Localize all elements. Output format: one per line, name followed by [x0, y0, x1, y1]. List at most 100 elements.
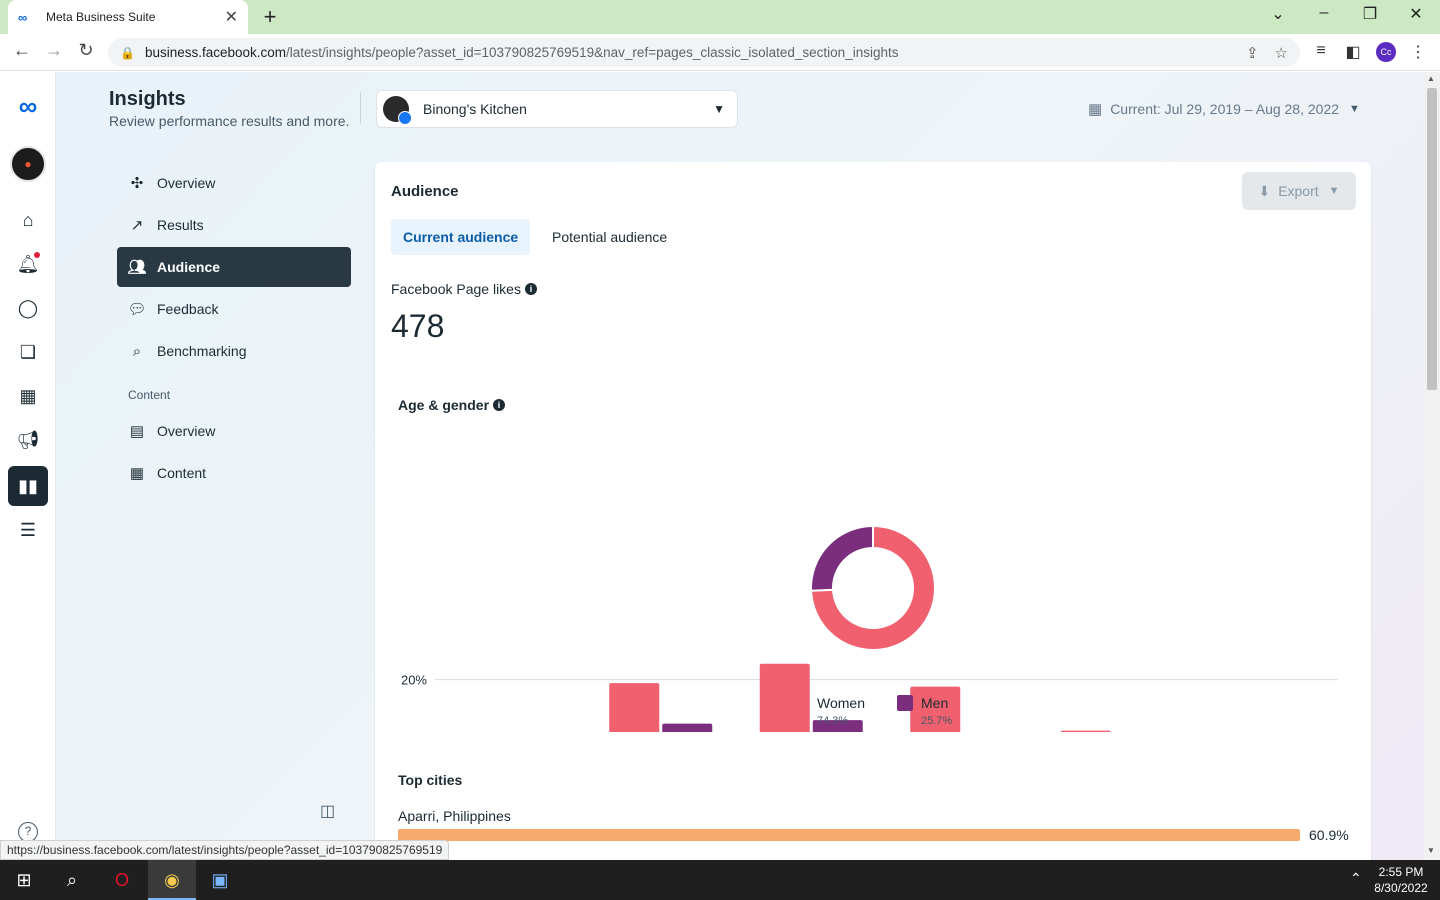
- info-icon[interactable]: i: [493, 399, 506, 411]
- url-text: business.facebook.com/latest/insights/pe…: [144, 45, 899, 60]
- date-range-picker[interactable]: ▦ Current: Jul 29, 2019 – Aug 28, 2022 ▼: [1088, 100, 1360, 118]
- audience-icon: 👥︎: [127, 259, 147, 276]
- nav-label: Results: [157, 217, 204, 233]
- side-panel-icon[interactable]: ◧: [1342, 42, 1364, 62]
- legend-swatch-women: [793, 695, 809, 711]
- info-icon[interactable]: i: [524, 283, 537, 295]
- menu-kebab-icon[interactable]: ⋮: [1407, 42, 1429, 62]
- export-label: Export: [1278, 183, 1319, 199]
- account-name: Binong's Kitchen: [423, 101, 527, 117]
- donut-slice-men: [810, 524, 874, 592]
- legend-women: Women 74.3%: [793, 695, 865, 727]
- tab-current-audience[interactable]: Current audience: [391, 219, 531, 255]
- nav-section-content: Content: [128, 388, 171, 402]
- help-icon[interactable]: ?: [18, 822, 38, 842]
- content-table-icon: ▦: [129, 465, 145, 482]
- collapse-sidebar-icon[interactable]: ◫: [320, 801, 335, 821]
- browser-tab-strip: ∞ Meta Business Suite ✕ + ⌄ – ❐ ✕: [0, 0, 1440, 34]
- lock-icon: 🔒: [120, 45, 135, 60]
- feedback-icon: 💬︎: [127, 301, 147, 318]
- window-close-icon[interactable]: ✕: [1406, 4, 1426, 24]
- nav-label: Overview: [157, 175, 216, 191]
- tray-chevron-up-icon[interactable]: ⌃: [1350, 870, 1362, 887]
- header-divider: [360, 92, 361, 124]
- clock-date: 8/30/2022: [1374, 881, 1428, 895]
- clock-time: 2:55 PM: [1378, 865, 1424, 879]
- nav-label: Overview: [157, 423, 216, 439]
- nav-benchmarking[interactable]: ⌕ Benchmarking: [117, 331, 351, 371]
- nav-content[interactable]: ▦ Content: [117, 453, 351, 493]
- status-bar-url: https://business.facebook.com/latest/ins…: [0, 840, 450, 860]
- insights-chart-icon[interactable]: ▮▮: [8, 466, 48, 506]
- legend-label-women: Women: [817, 695, 865, 711]
- search-icon[interactable]: ⌕: [48, 860, 96, 900]
- account-selector[interactable]: Binong's Kitchen ▼: [376, 90, 738, 128]
- page-likes-label-text: Facebook Page likes: [391, 281, 521, 297]
- opera-icon[interactable]: O: [98, 860, 146, 900]
- city-pct: 60.9%: [1309, 827, 1349, 843]
- legend-men: Men 25.7%: [897, 695, 952, 727]
- inbox-chat-icon[interactable]: ◯: [14, 294, 42, 322]
- tab-search-icon[interactable]: ⌄: [1268, 4, 1288, 24]
- home-icon[interactable]: ⌂: [14, 206, 42, 234]
- caret-down-icon: ▼: [1349, 103, 1360, 115]
- all-tools-menu-icon[interactable]: ☰: [14, 516, 42, 544]
- browser-tab[interactable]: ∞ Meta Business Suite ✕: [8, 0, 248, 34]
- account-avatar: [383, 96, 412, 125]
- page-scrollbar[interactable]: ▲ ▼: [1424, 72, 1440, 860]
- caret-down-icon: ▼: [713, 102, 725, 116]
- app-window-icon[interactable]: ▣: [196, 860, 244, 900]
- tab-potential-audience[interactable]: Potential audience: [540, 219, 679, 255]
- y-tick-label: 20%: [401, 673, 427, 688]
- page-subtitle: Review performance results and more.: [109, 113, 350, 129]
- scroll-down-icon[interactable]: ▼: [1427, 846, 1435, 855]
- page-likes-label: Facebook Page likes i: [391, 281, 537, 297]
- meta-logo-icon[interactable]: ∞: [10, 92, 46, 120]
- taskbar-clock[interactable]: 2:55 PM 8/30/2022: [1370, 864, 1432, 896]
- export-button[interactable]: ⬇ Export ▼: [1242, 172, 1356, 210]
- nav-label: Content: [157, 465, 207, 481]
- page-avatar[interactable]: ●: [10, 146, 46, 182]
- page-title: Insights: [109, 88, 186, 110]
- reload-icon[interactable]: ↻: [74, 40, 98, 61]
- caret-down-icon: ▼: [1328, 185, 1340, 197]
- forward-icon[interactable]: →: [42, 40, 66, 61]
- scroll-up-icon[interactable]: ▲: [1427, 74, 1435, 83]
- chrome-icon[interactable]: ◉: [148, 860, 196, 900]
- browser-toolbar: ← → ↻ 🔒 business.facebook.com/latest/ins…: [0, 34, 1440, 71]
- nav-audience[interactable]: 👥︎ Audience: [117, 247, 351, 287]
- benchmarking-icon: ⌕: [132, 342, 142, 360]
- windows-start-icon[interactable]: ⊞: [0, 860, 48, 900]
- reading-list-icon[interactable]: ≡: [1310, 42, 1332, 60]
- restore-icon[interactable]: ❐: [1360, 4, 1380, 24]
- page-likes-value: 478: [391, 308, 445, 344]
- page-content: ∞ ● ⌂ 🔔︎ ◯ ❏ ▦ 📢︎ ▮▮ ☰ ? Insights Review…: [0, 72, 1424, 860]
- calendar-icon: ▦: [1088, 101, 1103, 118]
- address-bar[interactable]: 🔒 business.facebook.com/latest/insights/…: [108, 38, 1300, 67]
- share-icon[interactable]: ⇪: [1246, 44, 1259, 62]
- nav-overview[interactable]: ✣ Overview: [117, 163, 351, 203]
- meta-favicon-icon: ∞: [18, 9, 28, 25]
- new-tab-icon[interactable]: +: [260, 4, 280, 30]
- age-gender-label: Age & gender i: [398, 397, 506, 413]
- age-gender-chart: 20%0%18-2425-3435-4445-5455-6465+: [401, 524, 1338, 732]
- profile-avatar[interactable]: Cc: [1376, 42, 1396, 62]
- windows-taskbar: ⊞ ⌕ O ◉ ▣ ⌃ 2:55 PM 8/30/2022: [0, 860, 1440, 900]
- content-overview-icon: ▤: [129, 423, 145, 440]
- scrollbar-thumb[interactable]: [1427, 88, 1437, 390]
- back-icon[interactable]: ←: [10, 40, 34, 61]
- legend-swatch-men: [897, 695, 913, 711]
- nav-feedback[interactable]: 💬︎ Feedback: [117, 289, 351, 329]
- bookmark-star-icon[interactable]: ☆: [1275, 44, 1288, 62]
- tab-title: Meta Business Suite: [46, 10, 156, 24]
- content-layers-icon[interactable]: ❏: [14, 338, 42, 366]
- minimize-icon[interactable]: –: [1314, 4, 1334, 22]
- ads-megaphone-icon[interactable]: 📢︎: [14, 426, 42, 454]
- nav-label: Audience: [157, 259, 221, 275]
- planner-grid-icon[interactable]: ▦: [14, 382, 42, 410]
- nav-content-overview[interactable]: ▤ Overview: [117, 411, 351, 451]
- nav-results[interactable]: ↗ Results: [117, 205, 351, 245]
- legend-label-men: Men: [921, 695, 949, 711]
- overview-icon: ✣: [130, 175, 144, 192]
- close-tab-icon[interactable]: ✕: [225, 7, 238, 27]
